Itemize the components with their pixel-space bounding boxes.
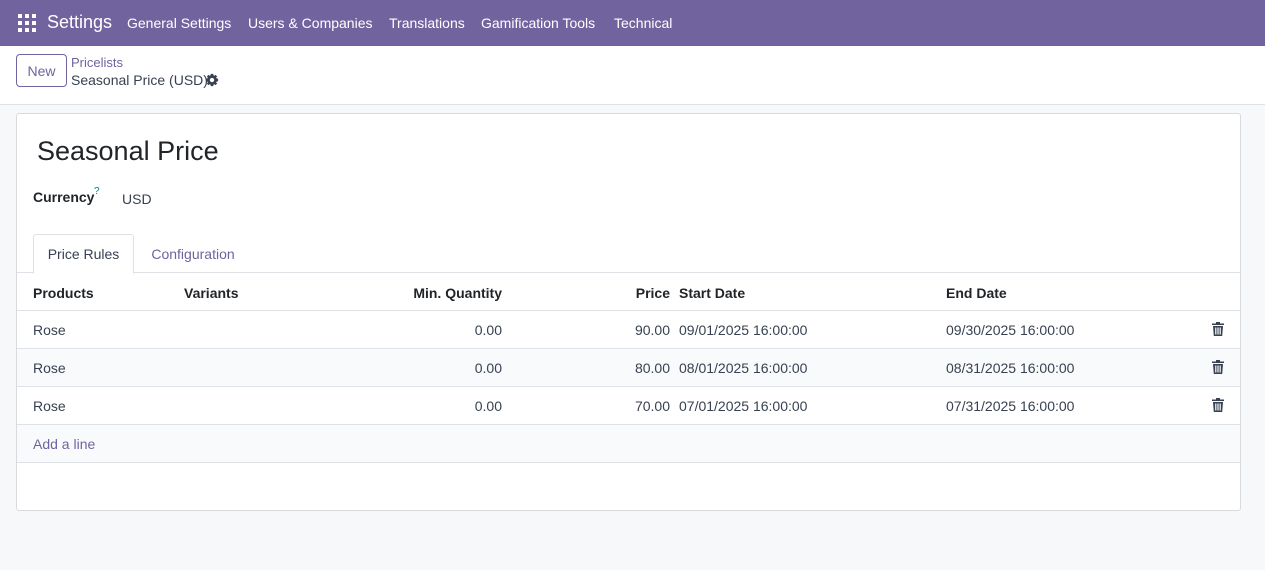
- column-variants[interactable]: Variants: [184, 285, 238, 301]
- tab-configuration[interactable]: Configuration: [138, 234, 248, 274]
- cell-end-date: 08/31/2025 16:00:00: [946, 360, 1075, 376]
- cell-price: 70.00: [634, 398, 670, 414]
- cell-start-date: 07/01/2025 16:00:00: [679, 398, 808, 414]
- currency-help-icon[interactable]: ?: [94, 186, 100, 197]
- price-rules-table: Products Variants Min. Quantity Price St…: [17, 273, 1240, 463]
- form-sheet: Seasonal Price Currency ? USD Price Rule…: [16, 113, 1241, 511]
- currency-field[interactable]: USD: [122, 191, 152, 207]
- table-row[interactable]: Rose 0.00 80.00 08/01/2025 16:00:00 08/3…: [17, 349, 1240, 387]
- table-row[interactable]: Rose 0.00 70.00 07/01/2025 16:00:00 07/3…: [17, 387, 1240, 425]
- apps-grid-icon[interactable]: [18, 14, 36, 32]
- notebook-tabs: Price Rules Configuration: [17, 234, 1240, 274]
- add-line-link[interactable]: Add a line: [33, 436, 95, 452]
- menu-gamification-tools[interactable]: Gamification Tools: [481, 15, 595, 31]
- cell-start-date: 09/01/2025 16:00:00: [679, 322, 808, 338]
- cell-min-quantity: 0.00: [474, 398, 502, 414]
- menu-general-settings[interactable]: General Settings: [127, 15, 231, 31]
- pricelist-name[interactable]: Seasonal Price: [37, 136, 219, 167]
- breadcrumb-pricelists[interactable]: Pricelists: [71, 55, 123, 70]
- column-min-quantity[interactable]: Min. Quantity: [402, 285, 502, 301]
- cell-product: Rose: [33, 398, 66, 414]
- cell-min-quantity: 0.00: [474, 360, 502, 376]
- top-navbar: Settings General Settings Users & Compan…: [0, 0, 1265, 46]
- cell-price: 80.00: [634, 360, 670, 376]
- column-start-date[interactable]: Start Date: [679, 285, 745, 301]
- currency-label: Currency: [33, 189, 95, 205]
- tab-price-rules[interactable]: Price Rules: [33, 234, 134, 274]
- cell-start-date: 08/01/2025 16:00:00: [679, 360, 808, 376]
- breadcrumb-current: Seasonal Price (USD): [71, 72, 208, 88]
- trash-icon[interactable]: [1212, 398, 1224, 412]
- cell-product: Rose: [33, 360, 66, 376]
- cell-end-date: 09/30/2025 16:00:00: [946, 322, 1075, 338]
- cell-min-quantity: 0.00: [474, 322, 502, 338]
- menu-technical[interactable]: Technical: [614, 15, 672, 31]
- table-header: Products Variants Min. Quantity Price St…: [17, 273, 1240, 311]
- add-line-row: Add a line: [17, 425, 1240, 463]
- control-panel: New Pricelists Seasonal Price (USD): [0, 46, 1265, 105]
- menu-translations[interactable]: Translations: [389, 15, 465, 31]
- cell-end-date: 07/31/2025 16:00:00: [946, 398, 1075, 414]
- app-title[interactable]: Settings: [47, 12, 112, 33]
- new-button[interactable]: New: [16, 54, 67, 87]
- table-row[interactable]: Rose 0.00 90.00 09/01/2025 16:00:00 09/3…: [17, 311, 1240, 349]
- column-price[interactable]: Price: [610, 285, 670, 301]
- cell-product: Rose: [33, 322, 66, 338]
- column-products[interactable]: Products: [33, 285, 94, 301]
- column-end-date[interactable]: End Date: [946, 285, 1007, 301]
- cell-price: 90.00: [634, 322, 670, 338]
- gear-icon[interactable]: [205, 73, 219, 87]
- trash-icon[interactable]: [1212, 360, 1224, 374]
- trash-icon[interactable]: [1212, 322, 1224, 336]
- menu-users-companies[interactable]: Users & Companies: [248, 15, 373, 31]
